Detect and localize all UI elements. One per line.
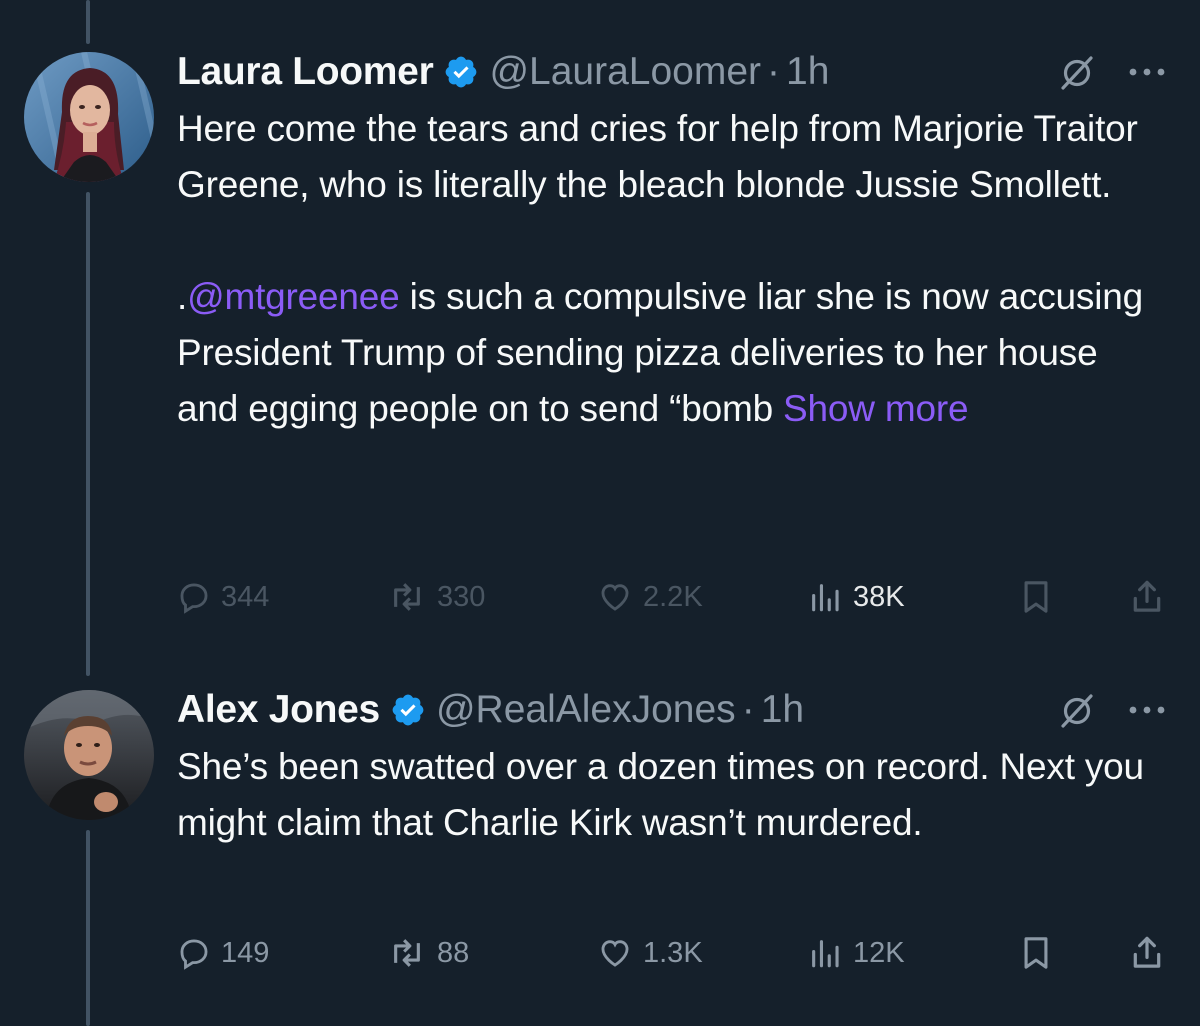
grok-icon[interactable] xyxy=(1057,690,1097,730)
views-icon xyxy=(812,584,839,612)
bookmark-button[interactable] xyxy=(1019,928,1053,978)
repost-count: 88 xyxy=(437,936,470,969)
thread-line-top xyxy=(86,0,90,44)
tweet-header: Alex Jones @RealAlexJones · 1h xyxy=(177,684,1167,736)
tweet-paragraph: She’s been swatted over a dozen times on… xyxy=(177,746,1144,843)
repost-button[interactable]: 330 xyxy=(387,572,485,622)
handle[interactable]: @LauraLoomer xyxy=(489,46,761,98)
avatar-laura-loomer xyxy=(24,52,154,182)
tweet-header: Laura Loomer @LauraLoomer · 1h xyxy=(177,46,1167,98)
tweet-actions: 149 88 1.3K 12K xyxy=(177,928,1172,978)
mention-link[interactable]: @mtgreenee xyxy=(187,276,400,317)
thread-line-bottom xyxy=(86,830,90,1026)
reply-button[interactable]: 149 xyxy=(177,928,269,978)
like-count: 2.2K xyxy=(643,580,703,613)
more-options-icon[interactable] xyxy=(1127,66,1167,78)
repost-icon xyxy=(394,583,420,611)
tweet-actions: 344 330 2.2K 38K xyxy=(177,572,1172,622)
reply-icon xyxy=(180,939,208,970)
avatar[interactable] xyxy=(24,52,154,182)
like-icon xyxy=(601,584,629,611)
view-count: 12K xyxy=(853,936,905,969)
display-name[interactable]: Laura Loomer xyxy=(177,46,434,98)
show-more-link[interactable]: Show more xyxy=(783,388,969,429)
timestamp[interactable]: 1h xyxy=(786,46,829,98)
share-button[interactable] xyxy=(1129,928,1165,978)
bookmark-icon xyxy=(1024,581,1048,613)
avatar-alex-jones xyxy=(24,690,154,820)
reply-count: 149 xyxy=(221,936,270,969)
avatar[interactable] xyxy=(24,690,154,820)
like-icon xyxy=(601,940,629,967)
repost-icon xyxy=(394,939,420,967)
views-button[interactable]: 38K xyxy=(807,572,905,622)
handle[interactable]: @RealAlexJones xyxy=(436,684,736,736)
text-prefix: . xyxy=(177,276,188,317)
repost-count: 330 xyxy=(437,580,486,613)
tweet-text: Here come the tears and cries for help f… xyxy=(177,101,1167,437)
thread-line-middle xyxy=(86,192,90,676)
views-icon xyxy=(812,940,839,968)
tweet-paragraph: Here come the tears and cries for help f… xyxy=(177,108,1138,205)
reply-count: 344 xyxy=(221,580,270,613)
views-button[interactable]: 12K xyxy=(807,928,905,978)
timestamp[interactable]: 1h xyxy=(761,684,804,736)
verified-badge-icon[interactable] xyxy=(390,692,426,728)
like-button[interactable]: 2.2K xyxy=(597,572,703,622)
separator-dot: · xyxy=(741,688,755,731)
grok-icon[interactable] xyxy=(1057,52,1097,92)
reply-button[interactable]: 344 xyxy=(177,572,269,622)
verified-badge-icon[interactable] xyxy=(443,54,479,90)
like-count: 1.3K xyxy=(643,936,703,969)
tweet-text: She’s been swatted over a dozen times on… xyxy=(177,739,1167,851)
share-button[interactable] xyxy=(1129,572,1165,622)
tweet-paragraph: .@mtgreenee is such a compulsive liar sh… xyxy=(177,269,1167,437)
like-button[interactable]: 1.3K xyxy=(597,928,703,978)
more-options-icon[interactable] xyxy=(1127,704,1167,716)
share-icon xyxy=(1133,936,1161,968)
separator-dot: · xyxy=(767,50,781,93)
display-name[interactable]: Alex Jones xyxy=(177,684,380,736)
repost-button[interactable]: 88 xyxy=(387,928,469,978)
bookmark-icon xyxy=(1024,937,1048,969)
view-count: 38K xyxy=(853,580,905,613)
share-icon xyxy=(1133,580,1161,612)
bookmark-button[interactable] xyxy=(1019,572,1053,622)
reply-icon xyxy=(180,583,208,614)
